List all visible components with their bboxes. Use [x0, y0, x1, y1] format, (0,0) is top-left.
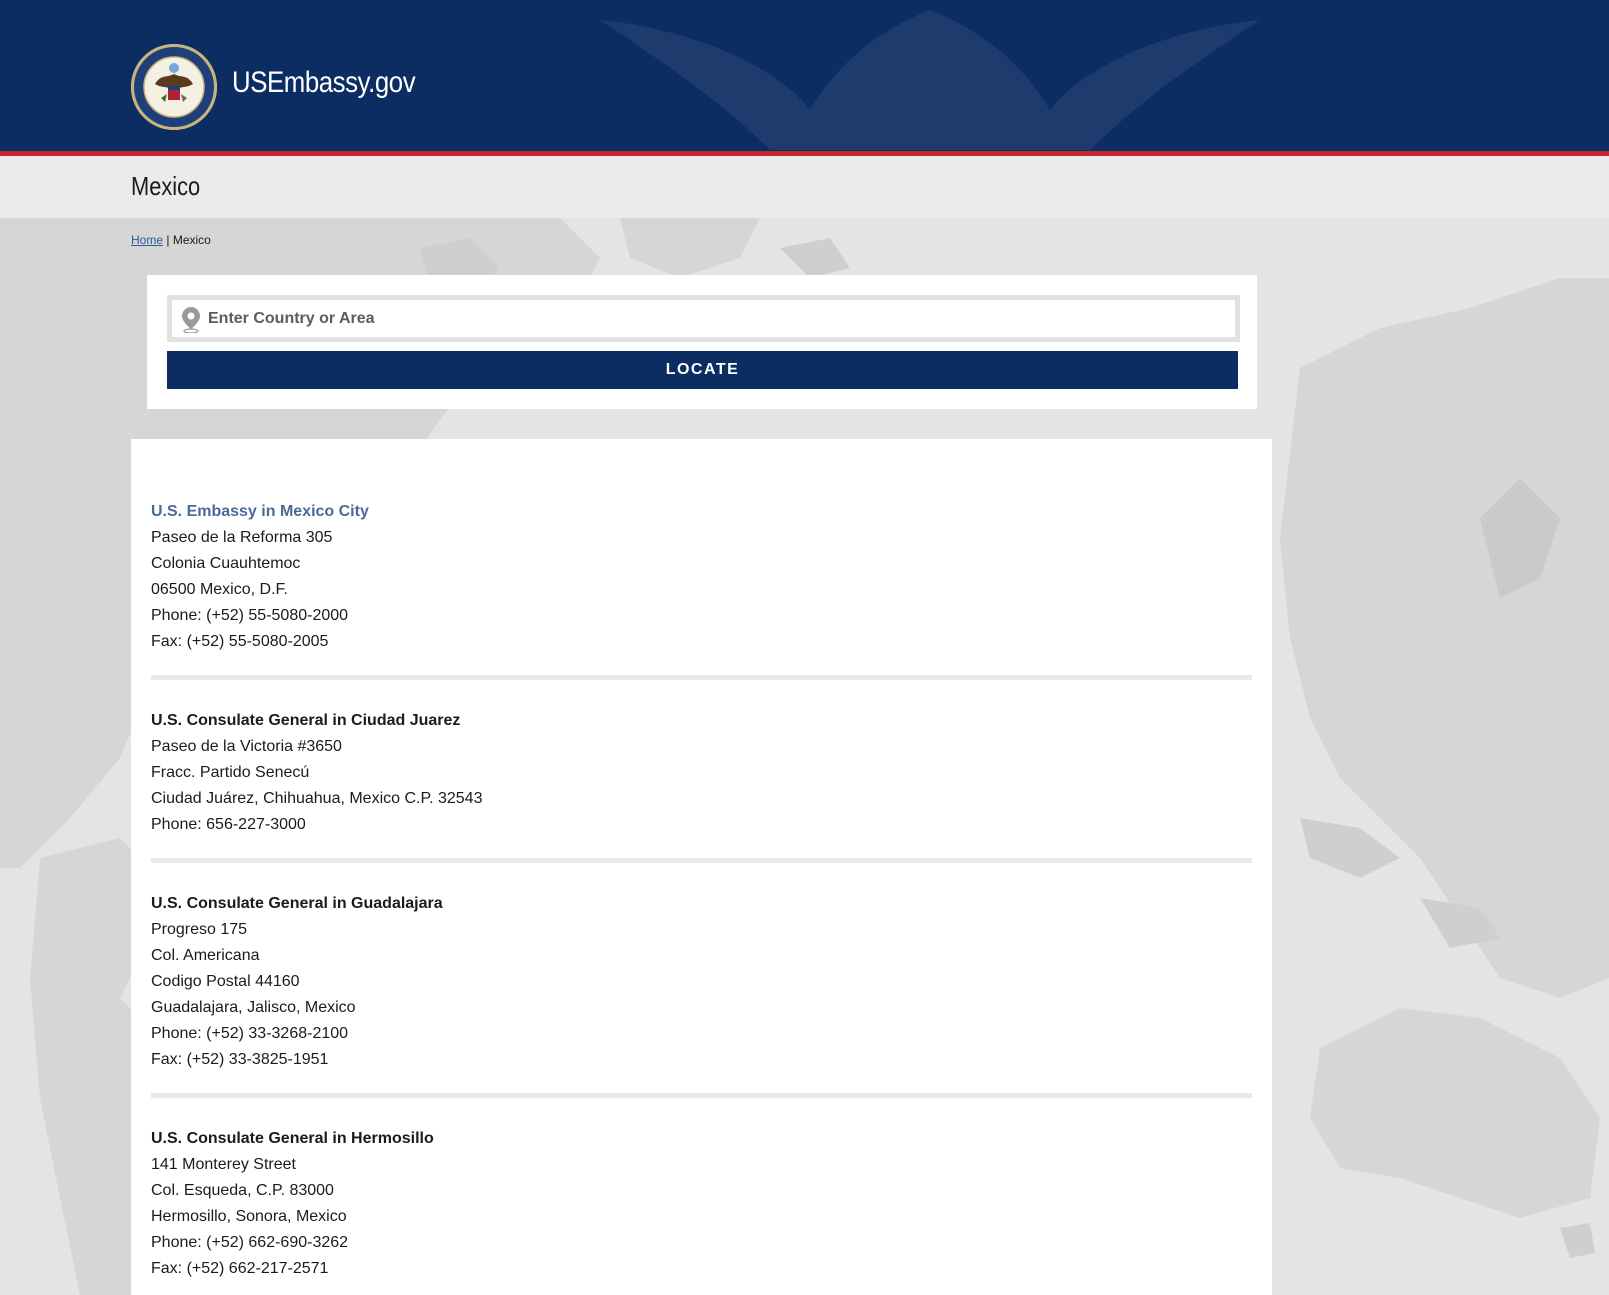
post-title: U.S. Consulate General in Hermosillo: [151, 1130, 434, 1147]
breadcrumb-separator: |: [166, 233, 170, 247]
post-phone: Phone: (+52) 662-690-3262: [151, 1234, 349, 1251]
post-address-line: Ciudad Juárez, Chihuahua, Mexico C.P. 32…: [151, 790, 483, 807]
post-title-link[interactable]: U.S. Embassy in Mexico City: [151, 499, 1252, 525]
country-search-input[interactable]: [208, 300, 1228, 337]
post-phone: Phone: (+52) 33-3268-2100: [151, 1025, 349, 1042]
post-title: U.S. Consulate General in Ciudad Juarez: [151, 712, 461, 729]
post-consulate-guadalajara: U.S. Consulate General in Guadalajara Pr…: [151, 891, 1252, 1073]
post-title: U.S. Consulate General in Guadalajara: [151, 895, 443, 912]
post-address-line: 06500 Mexico, D.F.: [151, 581, 288, 598]
posts-list: U.S. Embassy in Mexico City Paseo de la …: [131, 439, 1272, 1295]
map-pin-icon: [182, 307, 200, 333]
post-phone: Phone: 656-227-3000: [151, 816, 306, 833]
site-header: USEmbassy.gov: [0, 0, 1609, 151]
eagle-watermark-icon: [600, 10, 1260, 150]
post-embassy-mexico-city: U.S. Embassy in Mexico City Paseo de la …: [151, 499, 1252, 655]
post-divider: [151, 1093, 1252, 1098]
post-address-line: 141 Monterey Street: [151, 1156, 296, 1173]
post-address-line: Colonia Cuauhtemoc: [151, 555, 301, 572]
post-fax: Fax: (+52) 55-5080-2005: [151, 633, 329, 650]
post-consulate-ciudad-juarez: U.S. Consulate General in Ciudad Juarez …: [151, 708, 1252, 838]
post-consulate-hermosillo: U.S. Consulate General in Hermosillo 141…: [151, 1126, 1252, 1282]
post-address-line: Progreso 175: [151, 921, 248, 938]
post-address-line: Codigo Postal 44160: [151, 973, 300, 990]
breadcrumb-home-link[interactable]: Home: [131, 233, 163, 247]
post-divider: [151, 858, 1252, 863]
locate-button[interactable]: LOCATE: [167, 351, 1238, 389]
department-of-state-seal-icon[interactable]: [131, 44, 217, 130]
post-address-line: Paseo de la Victoria #3650: [151, 738, 342, 755]
post-address-line: Guadalajara, Jalisco, Mexico: [151, 999, 356, 1016]
post-address-line: Hermosillo, Sonora, Mexico: [151, 1208, 347, 1225]
post-address-line: Col. Esqueda, C.P. 83000: [151, 1182, 334, 1199]
page-title-band: Mexico: [0, 156, 1609, 218]
page-title: Mexico: [131, 171, 201, 201]
post-address-line: Paseo de la Reforma 305: [151, 529, 333, 546]
post-fax: Fax: (+52) 33-3825-1951: [151, 1051, 329, 1068]
post-address-line: Fracc. Partido Senecú: [151, 764, 310, 781]
breadcrumb: Home | Mexico: [131, 233, 211, 247]
post-address-line: Col. Americana: [151, 947, 260, 964]
search-field[interactable]: [167, 295, 1240, 342]
search-panel: LOCATE: [147, 275, 1257, 409]
site-title[interactable]: USEmbassy.gov: [232, 66, 416, 100]
post-phone: Phone: (+52) 55-5080-2000: [151, 607, 349, 624]
breadcrumb-current: Mexico: [172, 233, 211, 247]
post-fax: Fax: (+52) 662-217-2571: [151, 1260, 329, 1277]
post-divider: [151, 675, 1252, 680]
